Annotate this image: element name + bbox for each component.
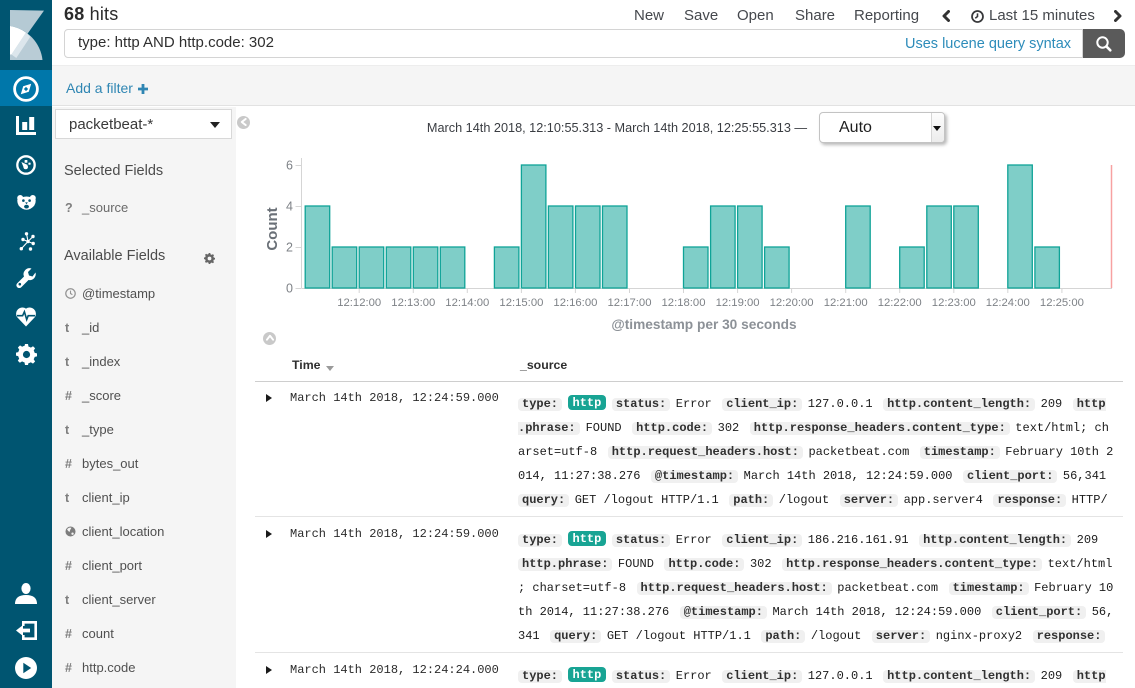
svg-text:0: 0 (286, 282, 293, 296)
svg-text:12:20:00: 12:20:00 (770, 297, 814, 309)
svg-text:12:23:00: 12:23:00 (932, 297, 976, 309)
svg-text:12:15:00: 12:15:00 (499, 297, 543, 309)
svg-text:12:13:00: 12:13:00 (391, 297, 435, 309)
svg-text:12:16:00: 12:16:00 (553, 297, 597, 309)
svg-text:March 14th 2018, 12:10:55.313: March 14th 2018, 12:10:55.313 - March 14… (427, 121, 807, 135)
svg-text:12:22:00: 12:22:00 (878, 297, 922, 309)
svg-text:12:21:00: 12:21:00 (824, 297, 868, 309)
svg-text:Count: Count (264, 207, 281, 250)
svg-text:4: 4 (286, 200, 293, 214)
svg-text:12:17:00: 12:17:00 (608, 297, 652, 309)
svg-text:12:25:00: 12:25:00 (1040, 297, 1084, 309)
svg-text:12:14:00: 12:14:00 (445, 297, 489, 309)
svg-text:2: 2 (286, 241, 293, 255)
svg-text:@timestamp per 30 seconds: @timestamp per 30 seconds (611, 317, 797, 332)
svg-text:6: 6 (286, 159, 293, 173)
svg-text:12:18:00: 12:18:00 (662, 297, 706, 309)
svg-text:12:19:00: 12:19:00 (716, 297, 760, 309)
svg-text:12:24:00: 12:24:00 (986, 297, 1030, 309)
svg-text:12:12:00: 12:12:00 (337, 297, 381, 309)
